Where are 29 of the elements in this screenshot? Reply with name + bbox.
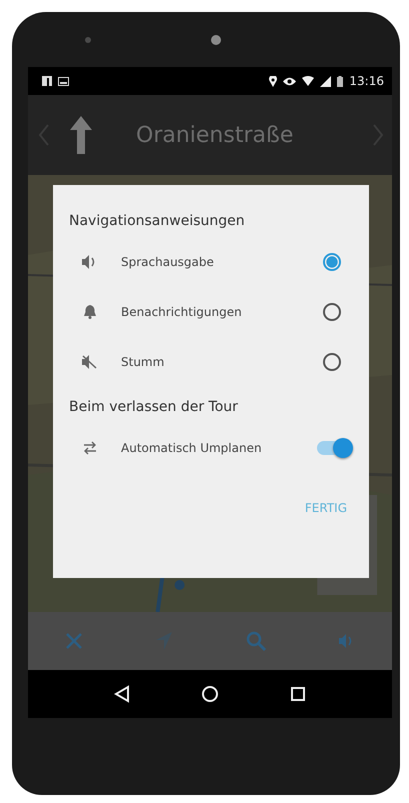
wifi-icon [302,76,314,86]
done-button[interactable]: FERTIG [298,493,353,523]
section-title: Beim verlassen der Tour [69,399,239,415]
option-label: Automatisch Umplanen [121,441,263,455]
radio-button[interactable] [323,353,341,371]
toggle-switch[interactable] [317,441,351,455]
street-name: Oranienstraße [136,122,294,148]
muted-speaker-icon [81,355,99,369]
option-label: Benachrichtigungen [121,305,243,319]
recents-icon[interactable] [290,686,306,702]
back-icon[interactable] [114,685,130,703]
signal-icon [320,76,332,86]
app-icon [42,76,52,86]
arrow-up-icon [70,116,92,154]
eye-icon [283,76,296,86]
battery-icon [337,76,344,86]
option-label: Stumm [121,355,166,369]
bell-icon [81,305,99,319]
camera-icon [210,34,222,46]
option-label: Sprachausgabe [121,255,215,269]
radio-button[interactable] [323,303,341,321]
sensor-icon [84,36,92,44]
location-icon [269,76,278,86]
status-time: 13:16 [349,74,384,88]
image-icon [58,76,69,86]
swap-arrows-icon [81,441,99,455]
radio-button[interactable] [323,253,341,271]
section-title: Navigationsanweisungen [69,213,246,229]
home-icon[interactable] [200,685,219,703]
